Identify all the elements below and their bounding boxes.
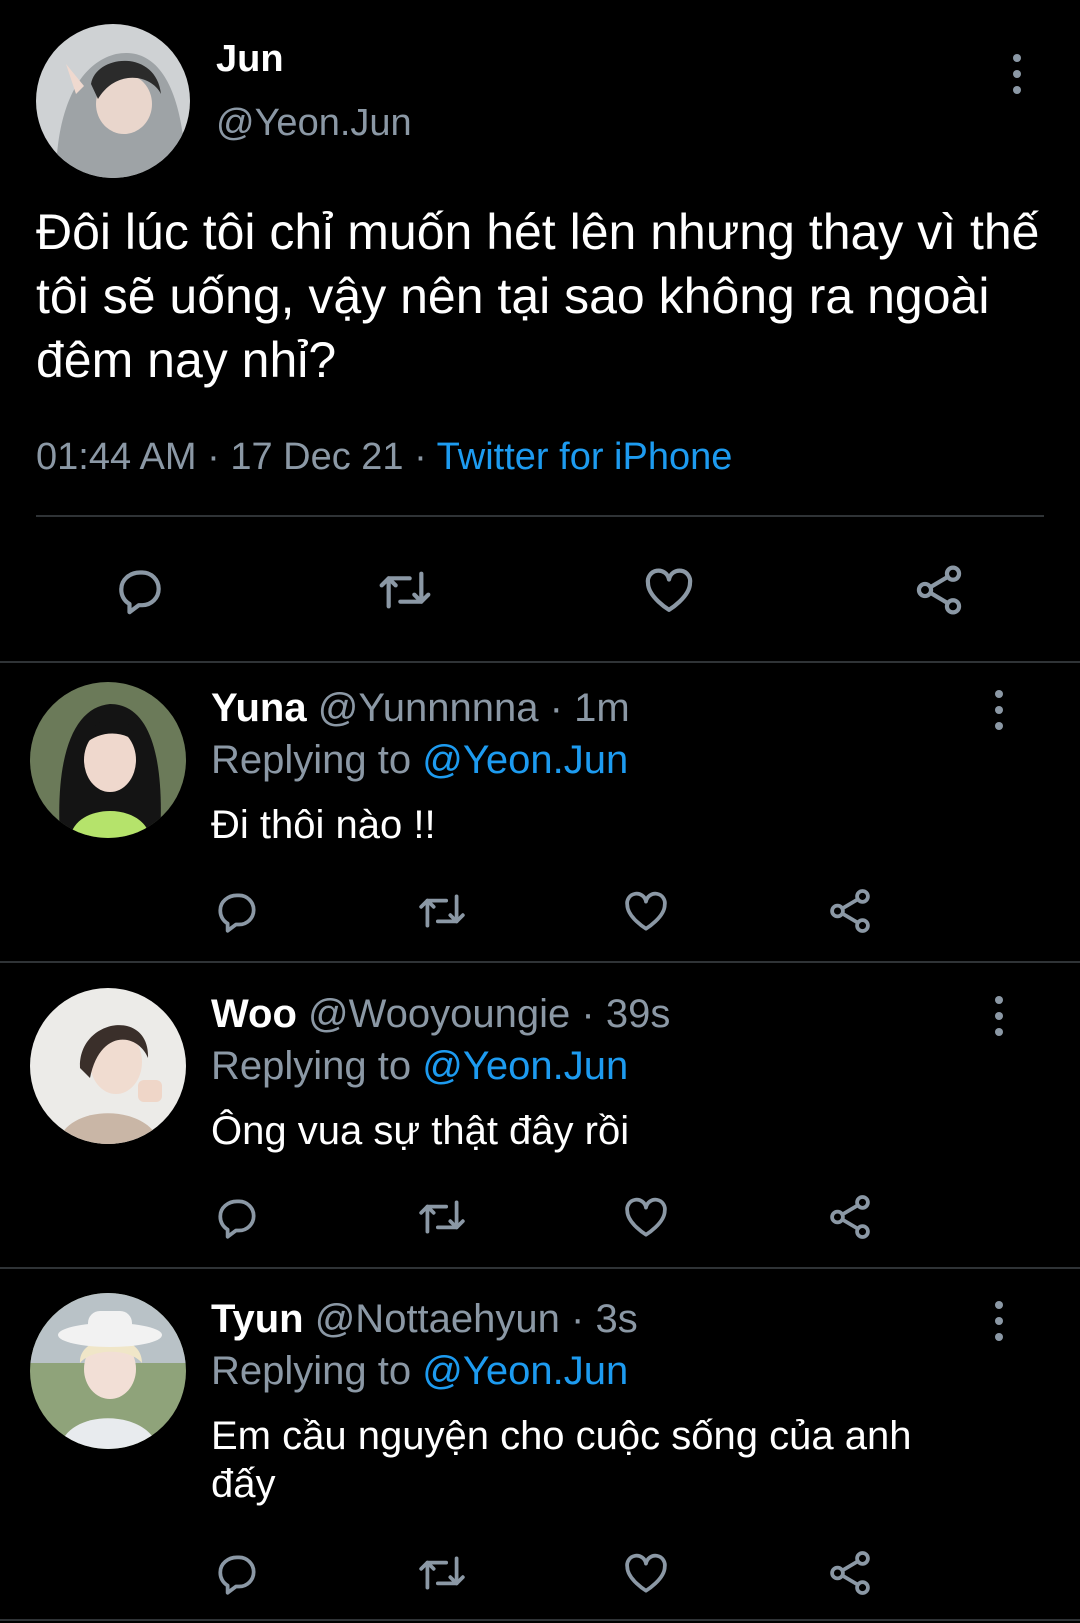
retweet-icon[interactable] bbox=[414, 1548, 470, 1598]
section-divider bbox=[0, 661, 1080, 663]
retweet-icon[interactable] bbox=[414, 1192, 470, 1242]
meta-separator: · bbox=[196, 436, 231, 478]
tweet-date[interactable]: 17 Dec 21 bbox=[230, 436, 403, 478]
replying-to-label: Replying to bbox=[211, 738, 412, 782]
author-name[interactable]: Jun bbox=[216, 38, 284, 81]
more-options-icon[interactable] bbox=[994, 996, 1004, 1036]
avatar[interactable] bbox=[30, 682, 186, 838]
replying-to: Replying to @Yeon.Jun bbox=[211, 1044, 628, 1089]
heart-icon[interactable] bbox=[620, 886, 672, 936]
reply-icon[interactable] bbox=[212, 1192, 262, 1242]
avatar[interactable] bbox=[30, 988, 186, 1144]
replying-to: Replying to @Yeon.Jun bbox=[211, 1349, 628, 1394]
author-handle[interactable]: @Yeon.Jun bbox=[216, 102, 412, 145]
more-options-icon[interactable] bbox=[994, 690, 1004, 730]
reply-header: Yuna @Yunnnnna · 1m bbox=[211, 686, 630, 731]
share-icon[interactable] bbox=[910, 562, 968, 618]
retweet-icon[interactable] bbox=[374, 562, 436, 618]
meta-divider bbox=[36, 515, 1044, 517]
tweet-source-link[interactable]: Twitter for iPhone bbox=[437, 436, 733, 478]
reply-author-name[interactable]: Woo bbox=[211, 992, 297, 1036]
tweet-time: 01:44 AM bbox=[36, 436, 197, 478]
tweet-text: Đôi lúc tôi chỉ muốn hét lên nhưng thay … bbox=[36, 204, 1040, 388]
more-options-icon[interactable] bbox=[1012, 54, 1022, 94]
replying-to-link[interactable]: @Yeon.Jun bbox=[422, 1044, 628, 1088]
section-divider bbox=[0, 961, 1080, 963]
reply-icon[interactable] bbox=[212, 886, 262, 936]
share-icon[interactable] bbox=[824, 1192, 876, 1242]
reply-icon[interactable] bbox=[112, 562, 168, 618]
reply-author-handle[interactable]: @Nottaehyun bbox=[315, 1297, 560, 1341]
reply-text: Em cầu nguyện cho cuộc sống của anh đấy bbox=[211, 1414, 912, 1506]
reply-author-handle[interactable]: @Wooyoungie bbox=[308, 992, 570, 1036]
avatar[interactable] bbox=[36, 24, 190, 178]
reply-timestamp[interactable]: · 1m bbox=[550, 686, 630, 730]
section-divider bbox=[0, 1267, 1080, 1269]
reply-header: Tyun @Nottaehyun · 3s bbox=[211, 1297, 638, 1342]
section-divider bbox=[0, 1619, 1080, 1621]
share-icon[interactable] bbox=[824, 886, 876, 936]
heart-icon[interactable] bbox=[620, 1548, 672, 1598]
retweet-icon[interactable] bbox=[414, 886, 470, 936]
share-icon[interactable] bbox=[824, 1548, 876, 1598]
heart-icon[interactable] bbox=[640, 562, 698, 618]
meta-separator: · bbox=[403, 436, 437, 478]
heart-icon[interactable] bbox=[620, 1192, 672, 1242]
replying-to-link[interactable]: @Yeon.Jun bbox=[422, 1349, 628, 1393]
reply-timestamp[interactable]: · 3s bbox=[571, 1297, 638, 1341]
reply-author-name[interactable]: Tyun bbox=[211, 1297, 304, 1341]
replying-to-label: Replying to bbox=[211, 1349, 412, 1393]
reply-header: Woo @Wooyoungie · 39s bbox=[211, 992, 670, 1037]
more-options-icon[interactable] bbox=[994, 1301, 1004, 1341]
reply-icon[interactable] bbox=[212, 1548, 262, 1598]
reply-text: Đi thôi nào !! bbox=[211, 803, 436, 847]
reply-timestamp[interactable]: · 39s bbox=[581, 992, 670, 1036]
tweet-meta: 01:44 AM · 17 Dec 21 · Twitter for iPhon… bbox=[36, 436, 732, 479]
reply-text: Ông vua sự thật đây rồi bbox=[211, 1109, 630, 1153]
avatar[interactable] bbox=[30, 1293, 186, 1449]
replying-to-label: Replying to bbox=[211, 1044, 412, 1088]
reply-author-handle[interactable]: @Yunnnnna bbox=[318, 686, 539, 730]
replying-to-link[interactable]: @Yeon.Jun bbox=[422, 738, 628, 782]
reply-author-name[interactable]: Yuna bbox=[211, 686, 307, 730]
replying-to: Replying to @Yeon.Jun bbox=[211, 738, 628, 783]
